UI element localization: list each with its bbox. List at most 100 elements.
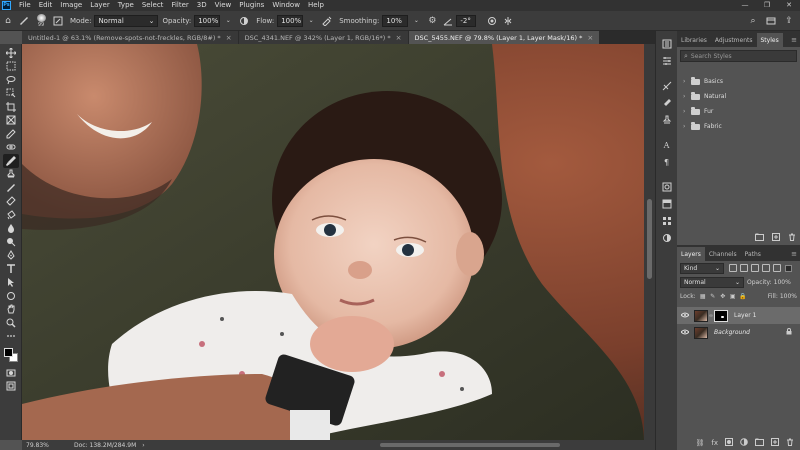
lock-all-icon[interactable]: 🔒: [739, 292, 747, 300]
chevron-down-icon[interactable]: ⌄: [408, 14, 424, 28]
angle-input[interactable]: -2°: [456, 14, 477, 27]
menu-view[interactable]: View: [211, 0, 236, 11]
fx-icon[interactable]: fx: [711, 439, 718, 447]
chevron-down-icon[interactable]: ⌄: [303, 14, 319, 28]
blend-mode-select[interactable]: Normal ⌄: [680, 276, 744, 288]
new-layer-icon[interactable]: [771, 438, 779, 448]
swatches-panel-icon[interactable]: [659, 214, 675, 228]
shape-filter-icon[interactable]: [762, 264, 770, 272]
close-icon[interactable]: ×: [587, 34, 593, 42]
status-arrow-icon[interactable]: ›: [142, 442, 144, 449]
add-mask-icon[interactable]: [725, 438, 733, 448]
foreground-color[interactable]: [3, 348, 13, 357]
minimize-button[interactable]: —: [734, 0, 756, 11]
lock-position-icon[interactable]: ✥: [719, 292, 727, 300]
tab-untitled-1[interactable]: Untitled-1 @ 63.1% (Remove-spots-not-fre…: [22, 31, 239, 44]
menu-window[interactable]: Window: [268, 0, 304, 11]
menu-type[interactable]: Type: [114, 0, 138, 11]
new-group-icon[interactable]: [755, 233, 764, 243]
tab-dsc-5455[interactable]: DSC_5455.NEF @ 79.8% (Layer 1, Layer Mas…: [408, 31, 601, 44]
brush-picker[interactable]: 99: [32, 13, 50, 28]
styles-search-input[interactable]: ⌕ Search Styles: [680, 50, 797, 62]
fill-value[interactable]: 100%: [780, 293, 797, 300]
layer-row-layer-1[interactable]: ∞ Layer 1: [677, 307, 800, 324]
adjustment-filter-icon[interactable]: [740, 264, 748, 272]
menu-file[interactable]: File: [15, 0, 35, 11]
color-swatches[interactable]: [3, 347, 19, 363]
style-folder-natural[interactable]: › Natural: [680, 89, 797, 104]
search-icon[interactable]: ⌕: [746, 14, 760, 28]
mode-select[interactable]: Normal ⌄: [94, 14, 159, 27]
menu-image[interactable]: Image: [56, 0, 86, 11]
properties-panel-icon[interactable]: [659, 54, 675, 68]
brushes-panel-icon[interactable]: [659, 96, 675, 110]
visibility-eye-icon[interactable]: [680, 312, 690, 320]
history-brush-icon[interactable]: [3, 181, 19, 195]
more-tools-icon[interactable]: [3, 330, 19, 344]
paragraph-panel-icon[interactable]: ¶: [659, 155, 675, 169]
tab-styles[interactable]: Styles: [756, 33, 783, 47]
pixel-filter-icon[interactable]: [729, 264, 737, 272]
menu-3d[interactable]: 3D: [193, 0, 211, 11]
quick-mask-icon[interactable]: [3, 366, 19, 380]
smart-object-filter-icon[interactable]: [773, 264, 781, 272]
flow-input[interactable]: 100%: [277, 14, 304, 27]
color-panel-icon[interactable]: [659, 197, 675, 211]
frame-tool-icon[interactable]: [3, 114, 19, 128]
workspace-icon[interactable]: [764, 14, 778, 28]
dodge-tool-icon[interactable]: [3, 235, 19, 249]
blur-tool-icon[interactable]: [3, 222, 19, 236]
brush-settings-icon[interactable]: [50, 14, 66, 28]
kind-filter-select[interactable]: Kind ⌄: [680, 262, 724, 274]
zoom-level[interactable]: 79.83%: [22, 442, 62, 449]
tab-channels[interactable]: Channels: [705, 247, 741, 261]
eraser-icon[interactable]: [3, 195, 19, 209]
adjustment-layer-icon[interactable]: [740, 438, 748, 448]
type-filter-icon[interactable]: [751, 264, 759, 272]
crop-tool-icon[interactable]: [3, 100, 19, 114]
brush-tool-icon[interactable]: [2, 154, 19, 168]
tab-dsc-4341[interactable]: DSC_4341.NEF @ 342% (Layer 1, RGB/16*) *…: [238, 31, 409, 44]
lasso-tool-icon[interactable]: [3, 73, 19, 87]
document-canvas[interactable]: [22, 44, 644, 440]
maximize-button[interactable]: ❐: [756, 0, 778, 11]
eyedropper-icon[interactable]: [3, 127, 19, 141]
smoothing-input[interactable]: 10%: [382, 14, 409, 27]
airbrush-icon[interactable]: [319, 14, 335, 28]
home-icon[interactable]: ⌂: [0, 14, 16, 28]
character-panel-icon[interactable]: A: [659, 138, 675, 152]
menu-plugins[interactable]: Plugins: [235, 0, 268, 11]
gradient-tool-icon[interactable]: [3, 208, 19, 222]
layer-opacity-value[interactable]: 100%: [774, 279, 791, 286]
visibility-eye-icon[interactable]: [680, 329, 690, 337]
filter-toggle[interactable]: [785, 264, 792, 272]
style-folder-fur[interactable]: › Fur: [680, 104, 797, 119]
brush-tool-preset-icon[interactable]: [16, 14, 32, 28]
menu-select[interactable]: Select: [138, 0, 168, 11]
menu-filter[interactable]: Filter: [167, 0, 192, 11]
layer-row-background[interactable]: Background: [677, 324, 800, 341]
hand-tool-icon[interactable]: [3, 303, 19, 317]
clone-source-icon[interactable]: [659, 113, 675, 127]
pressure-opacity-icon[interactable]: [236, 14, 252, 28]
lock-artboard-icon[interactable]: ▣: [729, 292, 737, 300]
pressure-size-icon[interactable]: [484, 14, 500, 28]
menu-edit[interactable]: Edit: [35, 0, 57, 11]
move-tool-icon[interactable]: [3, 46, 19, 60]
tab-libraries[interactable]: Libraries: [677, 33, 711, 47]
lock-transparent-icon[interactable]: ▦: [699, 292, 707, 300]
close-icon[interactable]: ×: [396, 34, 402, 42]
add-style-icon[interactable]: [772, 233, 780, 243]
clone-stamp-icon[interactable]: [3, 168, 19, 182]
share-icon[interactable]: ⇪: [782, 14, 796, 28]
trash-icon[interactable]: [786, 438, 794, 448]
marquee-tool-icon[interactable]: [3, 60, 19, 74]
history-panel-icon[interactable]: [659, 37, 675, 51]
settings-icon[interactable]: ⚙: [424, 14, 440, 28]
healing-brush-icon[interactable]: [3, 141, 19, 155]
menu-layer[interactable]: Layer: [86, 0, 114, 11]
tab-adjustments[interactable]: Adjustments: [711, 33, 757, 47]
close-button[interactable]: ✕: [778, 0, 800, 11]
tab-layers[interactable]: Layers: [677, 247, 705, 261]
symmetry-icon[interactable]: [500, 14, 516, 28]
